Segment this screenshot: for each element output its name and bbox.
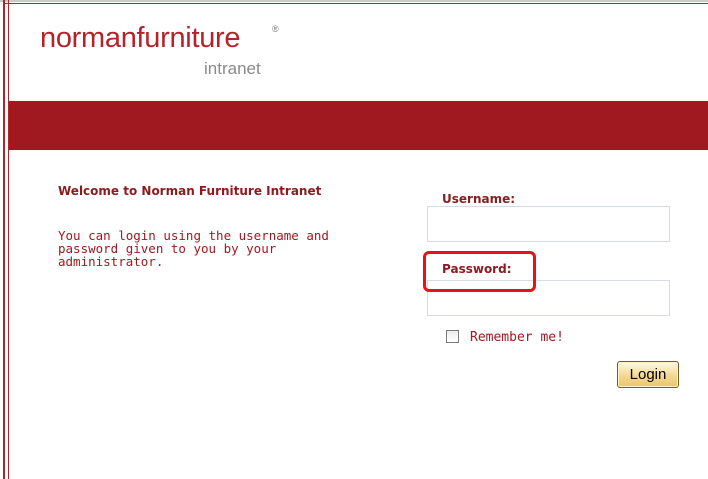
logo-subtitle: intranet <box>204 59 261 78</box>
remember-me-label[interactable]: Remember me! <box>470 330 564 345</box>
norman-furniture-logo: normanfurniture ® intranet <box>40 22 300 82</box>
login-button[interactable]: Login <box>617 361 679 388</box>
password-highlight-annotation <box>423 251 536 292</box>
left-rule-inner <box>8 0 9 479</box>
username-label: Username: <box>442 192 516 206</box>
left-rule-outer <box>3 0 5 479</box>
header-band <box>9 101 708 150</box>
username-input[interactable] <box>427 206 670 242</box>
top-rule <box>3 3 708 4</box>
window-top-border <box>0 0 708 2</box>
welcome-text: You can login using the username and pas… <box>58 228 329 269</box>
welcome-title: Welcome to Norman Furniture Intranet <box>58 184 322 198</box>
logo-wordmark: normanfurniture <box>40 22 241 54</box>
intranet-login-page: normanfurniture ® intranet Welcome to No… <box>0 0 708 479</box>
remember-me-checkbox[interactable] <box>446 330 459 343</box>
logo-registered-mark: ® <box>272 24 279 34</box>
